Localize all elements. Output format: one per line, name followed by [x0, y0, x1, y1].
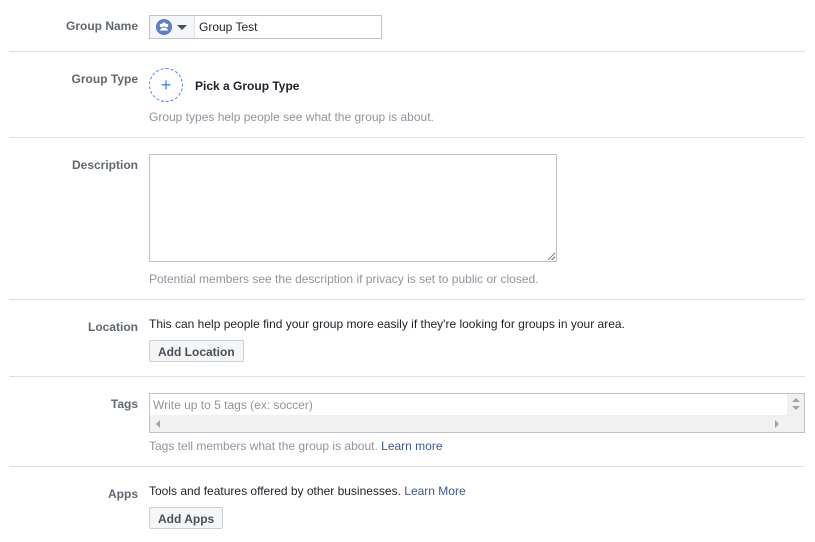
- tags-input[interactable]: [150, 394, 786, 415]
- divider: [9, 137, 805, 138]
- scroll-left-icon[interactable]: [156, 420, 160, 428]
- divider: [9, 376, 805, 377]
- group-name-input[interactable]: [195, 16, 379, 38]
- group-name-label: Group Name: [65, 19, 138, 33]
- tags-field: [149, 393, 805, 433]
- tags-help: Tags tell members what the group is abou…: [149, 439, 443, 453]
- scroll-up-icon[interactable]: [792, 398, 800, 402]
- location-description: This can help people find your group mor…: [149, 317, 625, 331]
- group-icon-selector[interactable]: [150, 16, 195, 38]
- resize-handle-icon[interactable]: [548, 253, 555, 260]
- divider: [9, 466, 805, 467]
- tags-help-text: Tags tell members what the group is abou…: [149, 439, 378, 453]
- group-name-field: [149, 15, 382, 39]
- add-location-button[interactable]: Add Location: [149, 340, 244, 362]
- tags-label: Tags: [110, 397, 138, 411]
- description-textarea[interactable]: [149, 154, 557, 262]
- apps-learn-more-link[interactable]: Learn More: [404, 484, 465, 498]
- apps-description: Tools and features offered by other busi…: [149, 484, 466, 498]
- add-apps-button[interactable]: Add Apps: [149, 507, 224, 529]
- divider: [9, 51, 805, 52]
- pick-group-type-label[interactable]: Pick a Group Type: [195, 79, 299, 93]
- apps-description-text: Tools and features offered by other busi…: [149, 484, 401, 498]
- divider: [9, 299, 805, 300]
- group-icon: [156, 19, 172, 35]
- group-type-help: Group types help people see what the gro…: [149, 110, 434, 124]
- plus-icon: +: [160, 75, 172, 95]
- group-type-label: Group Type: [71, 72, 138, 86]
- horizontal-scrollbar[interactable]: [150, 415, 787, 432]
- chevron-down-icon: [177, 25, 187, 30]
- description-help: Potential members see the description if…: [149, 272, 539, 286]
- location-label: Location: [88, 320, 138, 334]
- pick-group-type-button[interactable]: +: [149, 68, 183, 102]
- tags-learn-more-link[interactable]: Learn more: [381, 439, 442, 453]
- scroll-right-icon[interactable]: [775, 420, 779, 428]
- apps-label: Apps: [108, 487, 138, 501]
- scroll-down-icon[interactable]: [792, 406, 800, 410]
- vertical-scrollbar[interactable]: [787, 394, 804, 432]
- description-label: Description: [71, 158, 138, 172]
